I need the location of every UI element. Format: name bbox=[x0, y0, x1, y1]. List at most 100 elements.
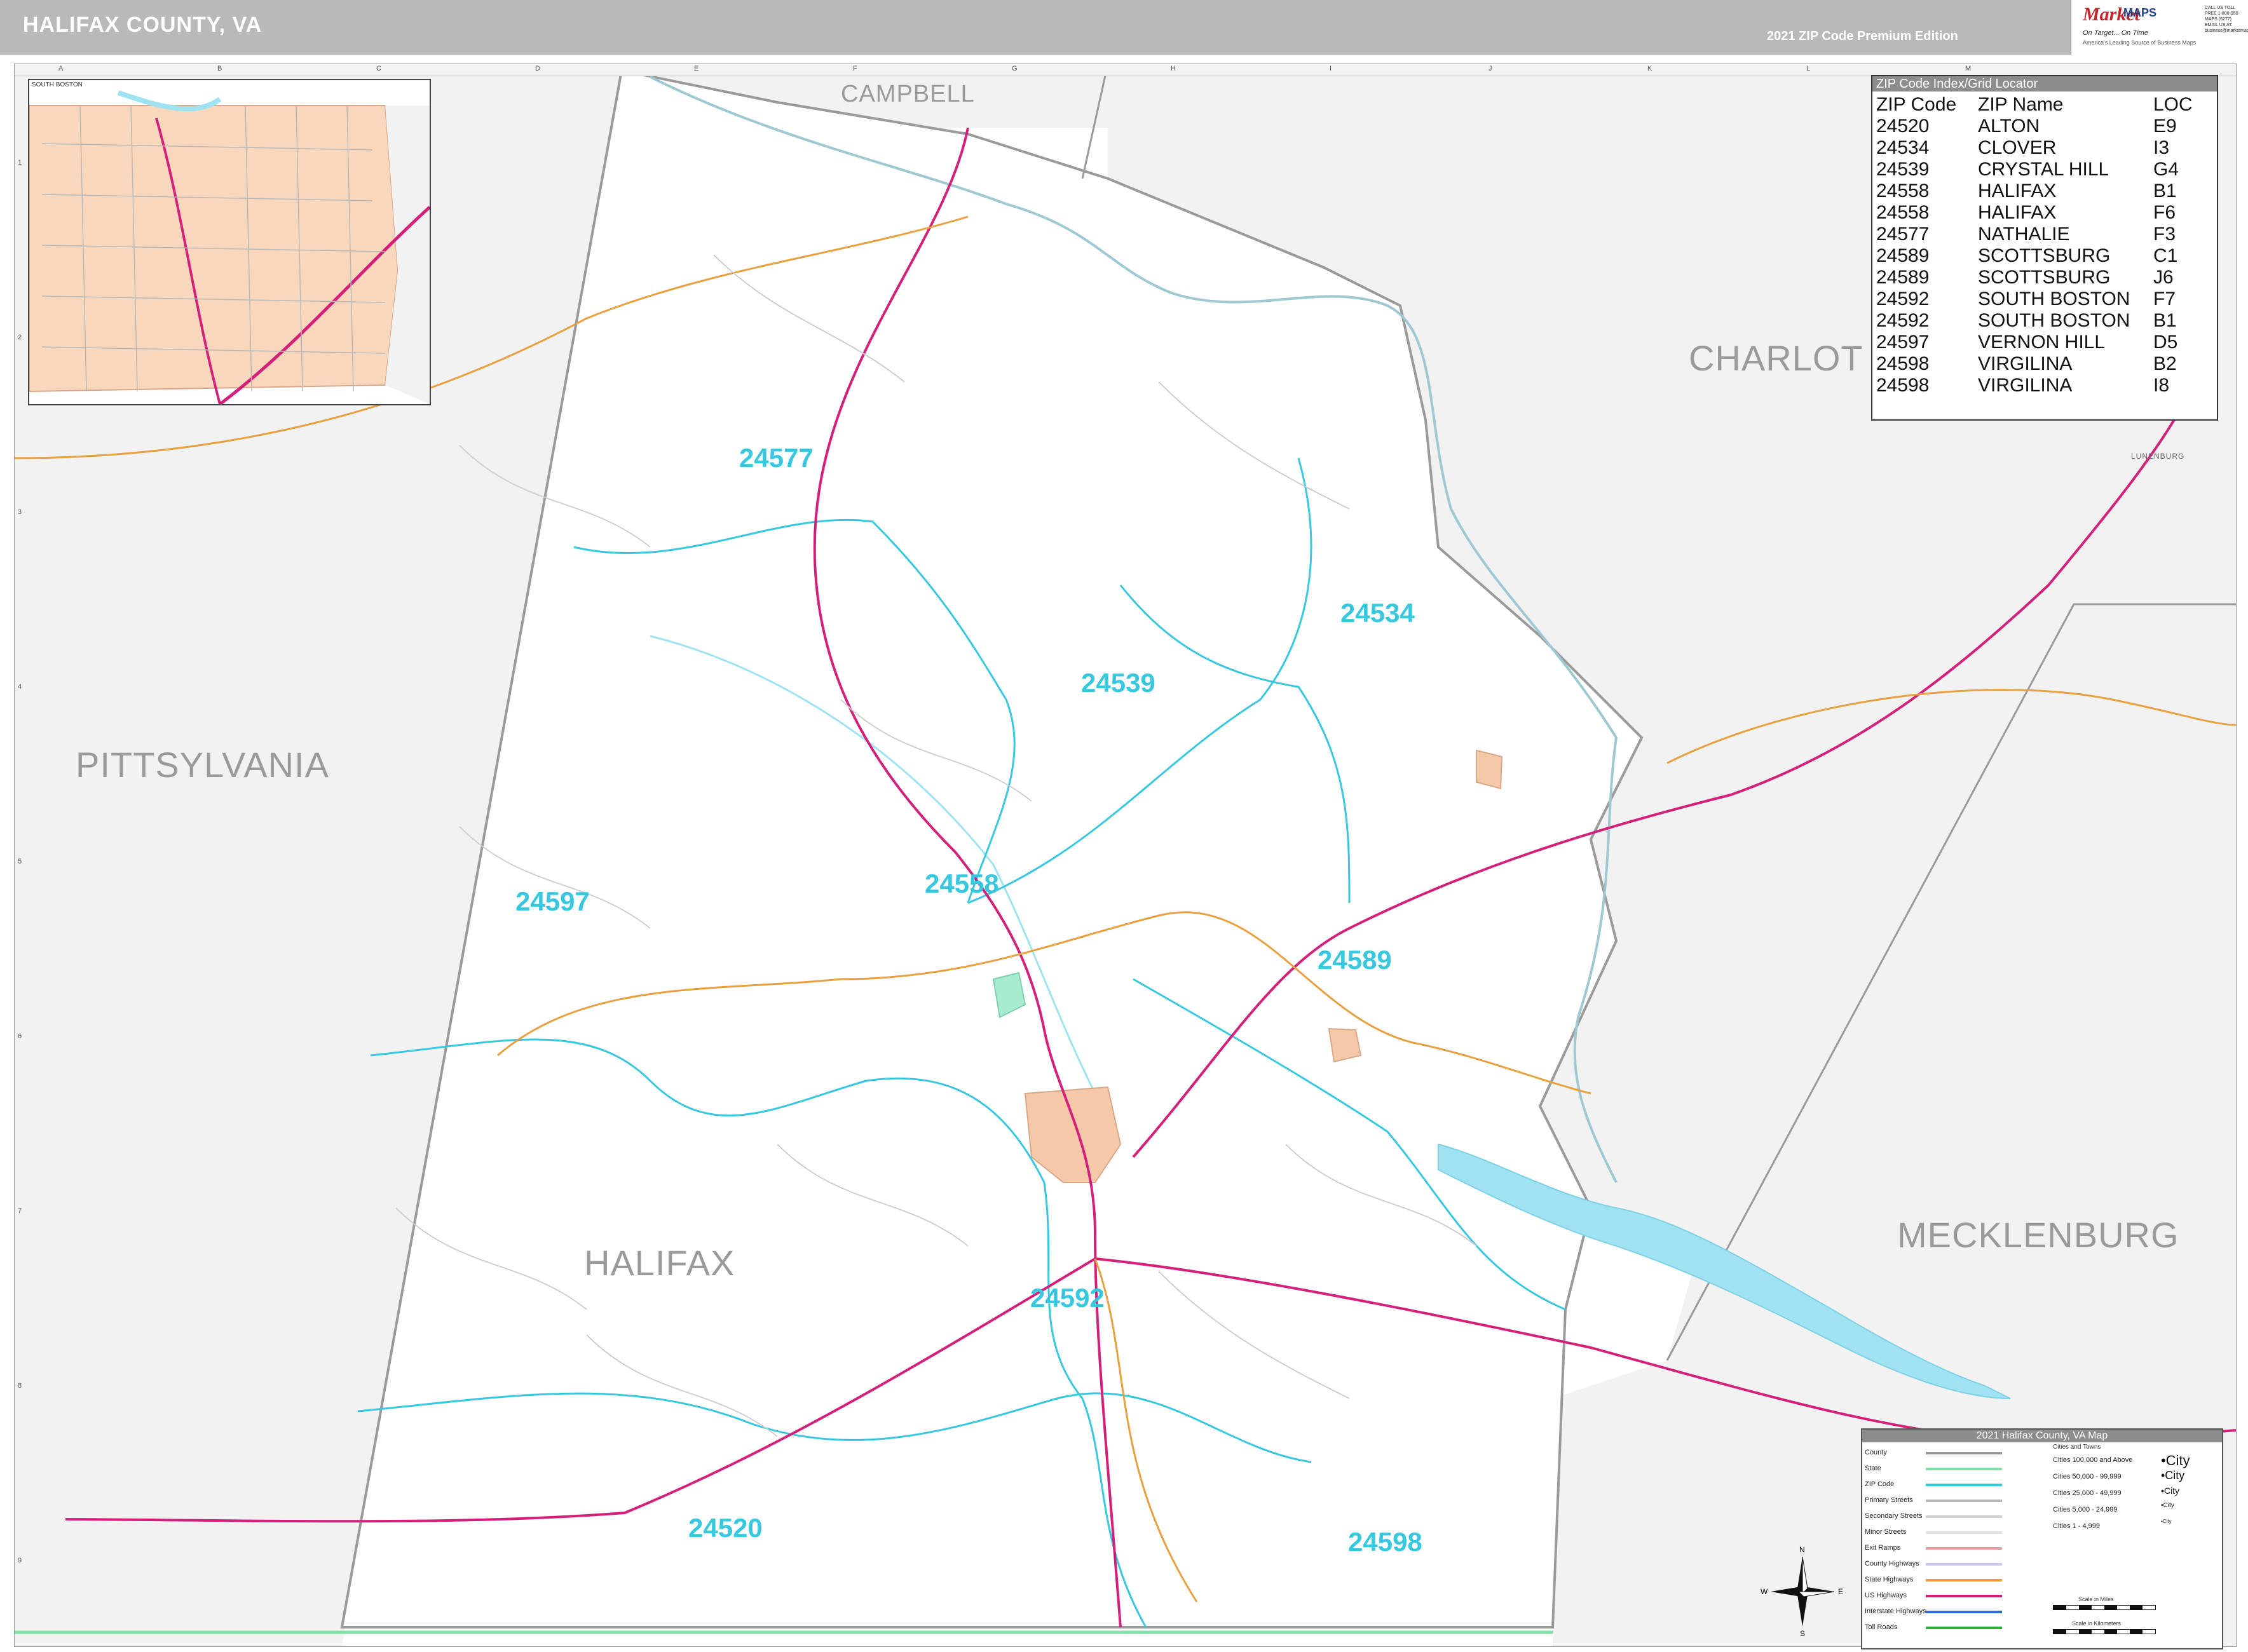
compass-w: W bbox=[1761, 1587, 1768, 1596]
legend-scale-bar-miles bbox=[2053, 1605, 2156, 1610]
edition-label: 2021 ZIP Code Premium Edition bbox=[1767, 29, 1958, 43]
zip-index-name: NATHALIE bbox=[1978, 224, 2070, 245]
inset-map-south-boston[interactable]: SOUTH BOSTON bbox=[28, 79, 431, 405]
legend-scale-km: Scale in Kilometers bbox=[2072, 1620, 2122, 1627]
zip-label-24520: 24520 bbox=[688, 1513, 763, 1543]
zip-index-loc: F7 bbox=[2153, 288, 2176, 309]
county-label-pittsylvania: PITTSYLVANIA bbox=[76, 745, 329, 785]
legend-city-symbol: •City bbox=[2161, 1452, 2190, 1468]
zip-index-zip: 24534 bbox=[1876, 137, 1930, 158]
grid-number: 4 bbox=[18, 683, 22, 691]
zip-index-loc: F6 bbox=[2153, 202, 2176, 223]
compass-s: S bbox=[1800, 1629, 1806, 1638]
legend-item-label: Toll Roads bbox=[1865, 1623, 1898, 1631]
zip-index-name: ALTON bbox=[1978, 116, 2040, 137]
legend-city-class: Cities 25,000 - 49,999 bbox=[2053, 1489, 2122, 1497]
legend-item-swatch bbox=[1926, 1611, 2002, 1613]
zip-label-24597: 24597 bbox=[515, 886, 590, 916]
zip-index-loc: G4 bbox=[2153, 159, 2179, 180]
grid-letter: G bbox=[1012, 65, 1018, 72]
zip-index-zip: 24558 bbox=[1876, 180, 1930, 201]
logo-contact: CALL US TOLL FREE 1-800-950-MAPS (6277) … bbox=[2205, 6, 2248, 33]
zip-index-name: CRYSTAL HILL bbox=[1978, 159, 2109, 180]
zip-index-table: ZIP Code ZIP Name LOC 24520 ALTON E9 24534 C… bbox=[1876, 94, 2211, 396]
grid-letter: D bbox=[535, 65, 540, 72]
zip-index-row: 24592 SOUTH BOSTON B1 bbox=[1876, 310, 2211, 332]
zip-index-row: 24589 SCOTTSBURG J6 bbox=[1876, 267, 2211, 288]
grid-letter: B bbox=[217, 65, 222, 72]
zip-index-row: 24598 VIRGILINA B2 bbox=[1876, 353, 2211, 375]
zip-index-row: 24534 CLOVER I3 bbox=[1876, 137, 2211, 159]
zip-index-row: 24577 NATHALIE F3 bbox=[1876, 224, 2211, 245]
zip-label-24534: 24534 bbox=[1340, 598, 1415, 628]
zip-index-zip: 24597 bbox=[1876, 332, 1930, 353]
zip-label-24577: 24577 bbox=[739, 443, 814, 473]
grid-numbers: 1 2 3 4 5 6 7 8 9 bbox=[14, 64, 27, 1646]
county-label-charlotte: CHARLOT bbox=[1689, 338, 1863, 378]
grid-number: 7 bbox=[18, 1207, 22, 1215]
legend-item-swatch bbox=[1926, 1627, 2002, 1629]
zip-index-zip: 24539 bbox=[1876, 159, 1930, 180]
county-label-campbell: CAMPBELL bbox=[841, 81, 975, 107]
zip-index-zip: 24589 bbox=[1876, 245, 1930, 266]
zip-index-loc: I3 bbox=[2153, 137, 2170, 158]
zip-index-header-loc: LOC bbox=[2153, 94, 2193, 115]
zip-index-loc: B1 bbox=[2153, 180, 2177, 201]
legend-item-swatch bbox=[1926, 1595, 2002, 1597]
grid-letter: J bbox=[1488, 65, 1492, 72]
zip-index-row: 24598 VIRGILINA I8 bbox=[1876, 375, 2211, 396]
zip-index-row: 24558 HALIFAX F6 bbox=[1876, 202, 2211, 224]
logo-tagline: On Target... On Time bbox=[2083, 29, 2148, 37]
zip-index-name: SCOTTSBURG bbox=[1978, 245, 2111, 266]
grid-number: 8 bbox=[18, 1382, 22, 1390]
grid-number: 2 bbox=[18, 334, 22, 341]
legend-city-class: Cities 5,000 - 24,999 bbox=[2053, 1506, 2118, 1513]
zip-index-loc: J6 bbox=[2153, 267, 2174, 288]
zip-index-zip: 24598 bbox=[1876, 375, 1930, 396]
grid-letter: H bbox=[1171, 65, 1176, 72]
zip-index-zip: 24577 bbox=[1876, 224, 1930, 245]
zip-index-name: HALIFAX bbox=[1978, 180, 2057, 201]
zip-index-name: VIRGILINA bbox=[1978, 353, 2073, 374]
legend-title: 2021 Halifax County, VA Map bbox=[1862, 1430, 2222, 1442]
map-legend: 2021 Halifax County, VA Map County State Z… bbox=[1861, 1428, 2223, 1649]
zip-index-name: HALIFAX bbox=[1978, 202, 2057, 223]
compass-e: E bbox=[1838, 1587, 1844, 1596]
zip-index-zip: 24520 bbox=[1876, 116, 1930, 137]
grid-number: 1 bbox=[18, 159, 22, 166]
zip-index-header-name: ZIP Name bbox=[1978, 94, 2064, 115]
zip-index-loc: F3 bbox=[2153, 224, 2176, 245]
zip-index-loc: I8 bbox=[2153, 375, 2170, 396]
zip-index-name: SCOTTSBURG bbox=[1978, 267, 2111, 288]
grid-letter: K bbox=[1647, 65, 1652, 72]
legend-city-symbol: •City bbox=[2161, 1502, 2174, 1509]
zip-index-row: 24520 ALTON E9 bbox=[1876, 116, 2211, 137]
county-label-lunenburg: LUNENBURG bbox=[2131, 452, 2185, 461]
grid-number: 9 bbox=[18, 1557, 22, 1564]
zip-index-rows: 24520 ALTON E9 24534 CLOVER I3 24539 CRYSTAL HI… bbox=[1876, 116, 2211, 396]
zip-label-24558: 24558 bbox=[925, 869, 999, 898]
zip-index-name: VIRGILINA bbox=[1978, 375, 2073, 396]
county-label-halifax: HALIFAX bbox=[584, 1243, 735, 1283]
legend-item-label: Interstate Highways bbox=[1865, 1608, 1926, 1615]
grid-letter: E bbox=[694, 65, 699, 72]
zip-index-title: ZIP Code Index/Grid Locator bbox=[1872, 76, 2217, 91]
zip-code-index: ZIP Code Index/Grid Locator ZIP Code ZIP… bbox=[1871, 75, 2218, 421]
zip-index-loc: D5 bbox=[2153, 332, 2178, 353]
zip-label-24592: 24592 bbox=[1030, 1283, 1105, 1313]
zip-label-24539: 24539 bbox=[1081, 668, 1155, 698]
zip-label-24589: 24589 bbox=[1318, 945, 1392, 975]
grid-letters: A B C D E F G H I J K L M bbox=[14, 64, 2235, 75]
grid-number: 3 bbox=[18, 508, 22, 516]
county-label-mecklenburg: MECKLENBURG bbox=[1897, 1215, 2179, 1255]
grid-letter: C bbox=[376, 65, 381, 72]
legend-city-class: Cities 1 - 4,999 bbox=[2053, 1522, 2100, 1530]
zip-index-name: CLOVER bbox=[1978, 137, 2057, 158]
grid-letter: A bbox=[58, 65, 64, 72]
legend-item-swatch bbox=[1926, 1579, 2002, 1581]
zip-index-name: SOUTH BOSTON bbox=[1978, 288, 2130, 309]
market-maps-logo[interactable]: Market MAPS On Target... On Time America… bbox=[2071, 0, 2248, 55]
zip-index-loc: C1 bbox=[2153, 245, 2178, 266]
logo-tagline2: America's Leading Source of Business Map… bbox=[2083, 39, 2197, 46]
legend-city-class: Cities 50,000 - 99,999 bbox=[2053, 1473, 2122, 1480]
